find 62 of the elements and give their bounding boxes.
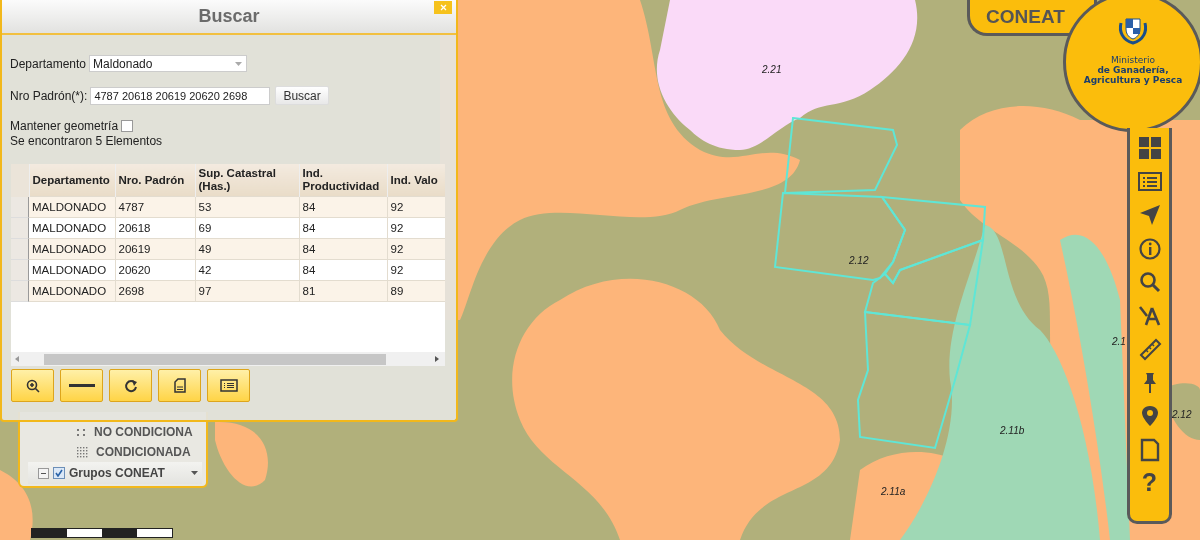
table-cell: MALDONADO <box>29 238 115 260</box>
pattern-swatch-icon <box>76 427 86 437</box>
zone-label: 2.21 <box>762 64 782 75</box>
ministry-name: Ministerio <box>1111 55 1155 65</box>
help-button[interactable]: ? <box>1141 470 1158 494</box>
ruler-icon[interactable] <box>1137 337 1162 361</box>
refresh-icon <box>123 378 138 393</box>
table-cell: 53 <box>195 196 299 218</box>
pattern-swatch-icon <box>76 446 88 458</box>
info-icon[interactable] <box>1137 236 1162 261</box>
zone-label: 2.11b <box>1000 425 1025 436</box>
list-icon <box>219 379 238 392</box>
column-header[interactable]: Nro. Padrón <box>115 164 195 197</box>
caret-icon <box>235 61 243 66</box>
legend-label: NO CONDICIONA <box>94 425 193 439</box>
table-cell: MALDONADO <box>29 196 115 218</box>
layer-checkbox[interactable] <box>53 467 65 479</box>
table-cell: MALDONADO <box>29 280 115 302</box>
toolbar-button[interactable] <box>60 369 103 402</box>
coat-of-arms-icon <box>1116 15 1150 45</box>
horizontal-scrollbar[interactable] <box>11 352 445 366</box>
search-button[interactable]: Buscar <box>275 86 329 105</box>
checkmark-icon <box>55 469 63 477</box>
field-label: Departamento <box>10 56 87 71</box>
ministry-name: de Ganadería, Agricultura y Pesca <box>1082 65 1184 85</box>
zone-label: 2.12 <box>849 255 869 266</box>
dropdown-caret-icon[interactable] <box>191 471 198 475</box>
dialog-title: Buscar <box>198 6 260 27</box>
department-dropdown[interactable]: Maldonado <box>89 55 248 72</box>
column-header[interactable]: Sup. Catastral (Has.) <box>195 164 299 197</box>
zone-label: 2.1 <box>1112 336 1126 347</box>
app-title: CONEAT <box>986 5 1065 28</box>
list-icon[interactable] <box>1137 169 1162 194</box>
close-icon <box>439 4 447 11</box>
input-field[interactable]: 4787 20618 20619 20620 2698 <box>90 86 271 105</box>
column-header[interactable]: Ind. Productividad <box>299 164 387 197</box>
toolbar-button[interactable] <box>109 369 152 402</box>
document-icon <box>173 378 186 393</box>
zone-label: 2.12 <box>1172 409 1192 420</box>
scroll-right-arrow-icon[interactable] <box>435 356 439 362</box>
table-cell: MALDONADO <box>29 217 115 239</box>
legend-label: CONDICIONADA <box>96 445 191 459</box>
toolbar-button[interactable] <box>158 369 201 402</box>
column-header[interactable]: Departamento <box>29 164 115 197</box>
grid-icon[interactable] <box>1137 136 1162 160</box>
zoom-in-icon <box>25 378 40 393</box>
layer-label: Grupos CONEAT <box>69 466 165 480</box>
field-label: Nro Padrón(*): <box>10 88 88 103</box>
collapse-toggle[interactable] <box>38 467 49 479</box>
toolbar-button[interactable] <box>11 369 54 402</box>
table-cell: 4787 <box>115 196 195 218</box>
search-icon[interactable] <box>1137 270 1162 294</box>
toolbar-button[interactable] <box>207 369 250 402</box>
table-cell: 92 <box>387 196 445 218</box>
checkbox-label: Mantener geometría <box>10 119 119 133</box>
result-count: Se encontraron 5 Elementos <box>10 134 163 148</box>
minus-icon <box>68 383 95 388</box>
table-cell: 84 <box>299 196 387 218</box>
column-header[interactable]: Ind. Valo <box>387 164 445 197</box>
table-cell: MALDONADO <box>29 259 115 281</box>
checkbox[interactable] <box>121 120 134 132</box>
zone-label: 2.11a <box>881 486 906 497</box>
